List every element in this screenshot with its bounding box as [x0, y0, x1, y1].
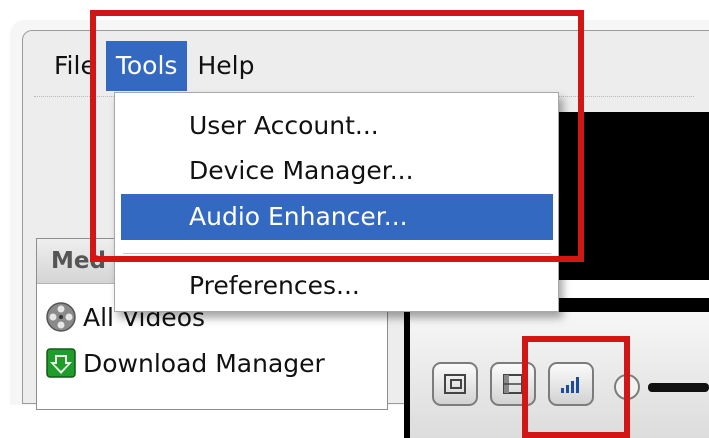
- annotation-box-audio-button: [522, 336, 630, 438]
- download-arrow-icon: [46, 348, 76, 378]
- popout-window-icon: [444, 374, 466, 394]
- panel-item-label: Download Manager: [83, 348, 325, 378]
- popout-button[interactable]: [432, 362, 478, 406]
- panel-item-download-manager[interactable]: Download Manager: [45, 343, 325, 383]
- menu-item-preferences[interactable]: Preferences...: [121, 263, 553, 309]
- film-reel-icon: [46, 302, 76, 332]
- volume-slider-track[interactable]: [648, 383, 709, 392]
- annotation-box-tools-menu: [90, 10, 584, 262]
